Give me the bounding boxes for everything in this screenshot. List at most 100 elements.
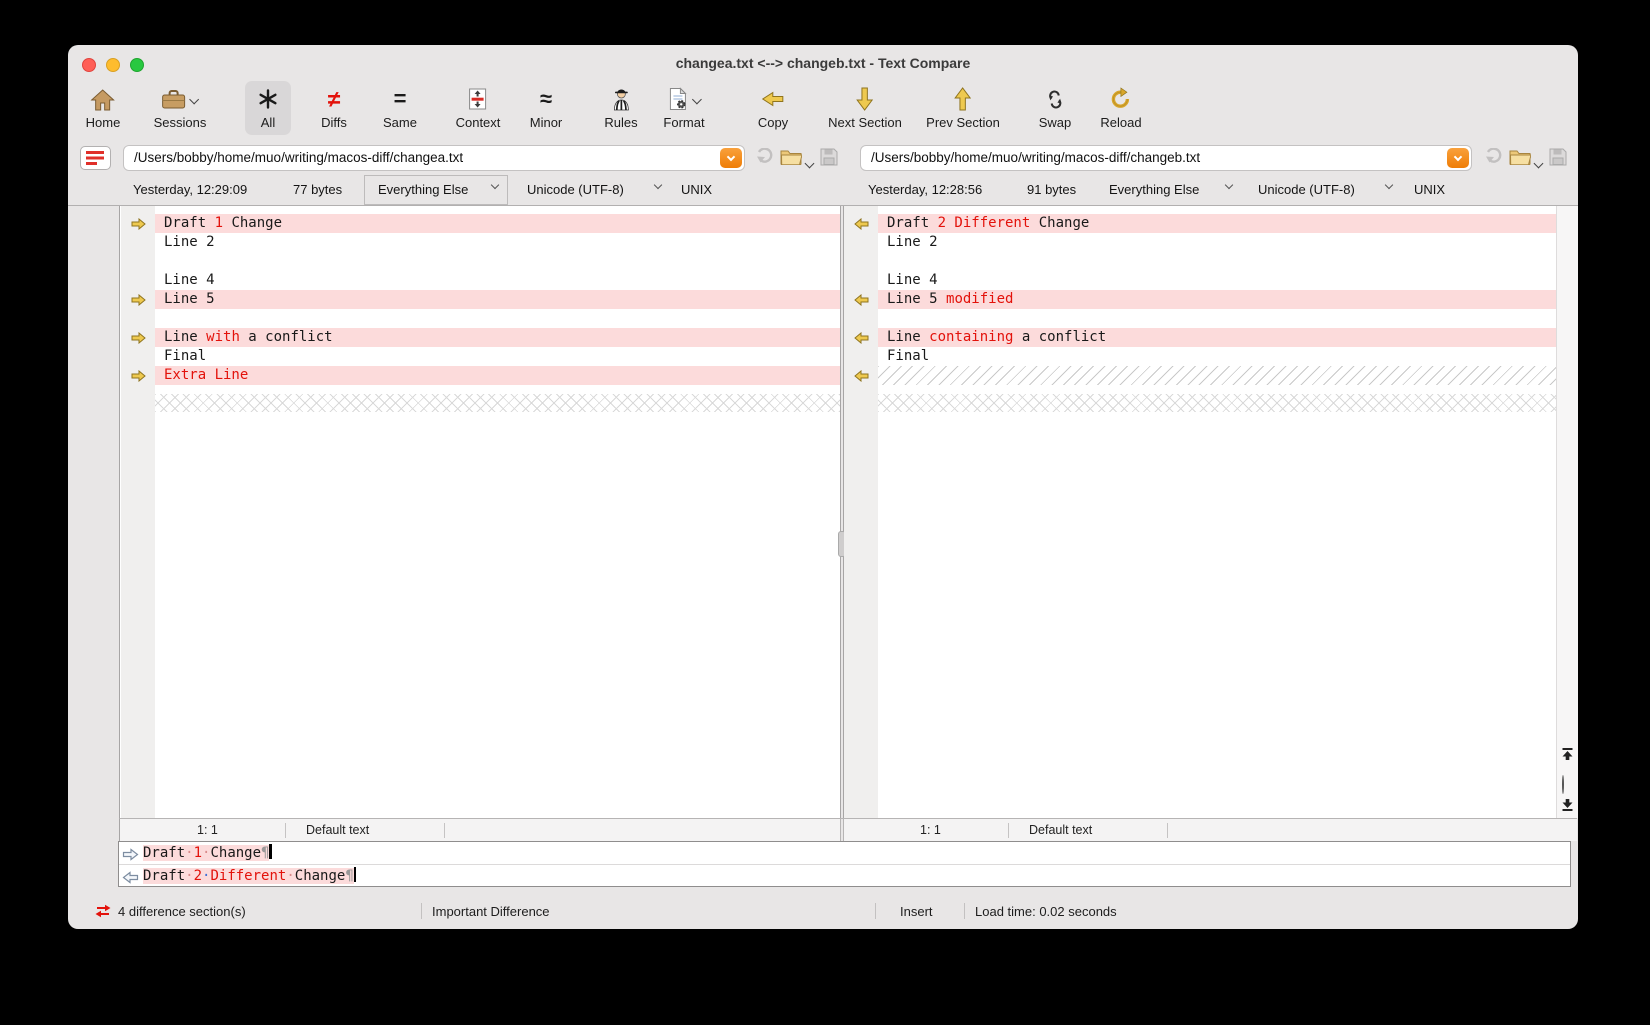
diff-line[interactable]: Line with a conflict [155,328,840,347]
right-save-button[interactable] [1549,148,1567,171]
diff-line[interactable]: Line 4 [155,271,840,290]
right-editor[interactable]: Draft 2 Different Change Line 2 Line 4 Line… [878,206,1556,818]
toolbar-item-home[interactable]: Home [86,85,120,130]
left-syntax-label: Default text [306,823,370,837]
scroll-to-last-difference-icon[interactable] [1562,798,1573,816]
diff-line[interactable]: Final [878,347,1556,366]
section-arrow-icon [131,217,146,231]
section-arrow[interactable] [131,293,146,311]
toolbar-label: Prev Section [926,115,1000,130]
right-swap-sides-icon[interactable] [1485,147,1503,170]
right-line-endings: UNIX [1414,182,1446,197]
text-caret [353,867,357,882]
diff-line[interactable] [878,252,1556,271]
diff-content-area: Draft 1 Change Line 2 Line 4 Line 5 Line wit… [119,206,1578,818]
toolbar-item-next-section[interactable]: Next Section [828,85,902,130]
diff-line[interactable]: Line 2 [155,233,840,252]
diff-line[interactable]: Line containing a conflict [878,328,1556,347]
chevron-down-icon [653,180,663,190]
status-bar: 4 difference section(s) Important Differ… [68,887,1578,929]
diff-line[interactable]: Line 5 modified [878,290,1556,309]
section-arrow[interactable] [131,217,146,235]
not-equal-icon: ≠ [327,86,341,112]
right-file-modified: Yesterday, 12:28:56 [868,182,983,197]
left-path-text: /Users/bobby/home/muo/writing/macos-diff… [134,150,464,165]
load-time-label: Load time: 0.02 seconds [975,904,1117,919]
session-view-button[interactable] [80,146,111,170]
right-scrollbar[interactable] [1556,206,1578,818]
scroll-to-first-difference-icon[interactable] [1562,747,1573,765]
section-arrow[interactable] [854,217,869,235]
section-arrow[interactable] [854,293,869,311]
diff-line-missing[interactable] [878,366,1556,385]
section-arrow-icon [131,293,146,307]
right-browse-folder-button[interactable] [1509,148,1532,170]
approx-icon: ≈ [539,86,553,111]
toolbar-item-minor[interactable]: ≈ Minor [530,85,563,131]
toolbar-label: Reload [1100,115,1142,130]
text-compare-window: changea.txt <--> changeb.txt - Text Comp… [68,45,1578,929]
toolbar-label: Diffs [321,115,347,130]
section-arrow[interactable] [854,331,869,349]
asterisk-icon [259,89,277,109]
titlebar: changea.txt <--> changeb.txt - Text Comp… [68,45,1578,83]
scroll-thumb-icon[interactable] [1562,775,1564,794]
toolbar-label: Rules [604,115,638,130]
toolbar-item-diffs[interactable]: ≠ Diffs [321,85,347,131]
right-filter-dropdown[interactable]: Everything Else [1109,182,1199,197]
pane-status-divider [840,819,844,841]
toolbar-label: Next Section [828,115,902,130]
diff-line[interactable] [155,309,840,328]
toolbar-item-rules[interactable]: Rules [604,85,638,130]
section-arrow-icon [854,331,869,345]
right-path-text: /Users/bobby/home/muo/writing/macos-diff… [871,150,1201,165]
section-arrow[interactable] [131,369,146,387]
diff-line[interactable]: Extra Line [155,366,840,385]
diff-line[interactable]: Line 2 [878,233,1556,252]
left-save-button[interactable] [820,148,838,171]
diff-line[interactable]: Draft 2 Different Change [878,214,1556,233]
toolbar-item-reload[interactable]: Reload [1100,85,1142,130]
diff-line[interactable]: Line 4 [878,271,1556,290]
left-path-input[interactable]: /Users/bobby/home/muo/writing/macos-diff… [123,145,745,171]
toolbar-item-same[interactable]: = Same [383,85,417,131]
section-arrow-icon [131,331,146,345]
left-swap-sides-icon[interactable] [756,147,774,170]
toolbar-item-format[interactable]: Format [663,85,705,130]
left-section-gutter [121,206,155,818]
diff-line[interactable] [155,252,840,271]
toolbar-item-copy[interactable]: Copy [758,85,788,130]
diff-line[interactable]: Final [155,347,840,366]
section-arrow[interactable] [131,331,146,349]
text-compare-icon [85,151,104,165]
context-icon [469,88,487,110]
right-path-input[interactable]: /Users/bobby/home/muo/writing/macos-diff… [860,145,1472,171]
right-path-dropdown-button[interactable] [1447,148,1469,168]
left-filter-label: Everything Else [378,182,469,197]
toolbar-item-prev-section[interactable]: Prev Section [926,85,1000,130]
detail-line-text: Draft·1·Change¶ [143,842,272,864]
toolbar-item-all[interactable]: All [245,81,291,135]
section-arrow[interactable] [854,369,869,387]
left-editor[interactable]: Draft 1 Change Line 2 Line 4 Line 5 Line wit… [155,206,840,818]
left-browse-folder-button[interactable] [780,148,803,170]
left-folder-chevron-icon[interactable] [804,154,815,172]
toolbar-item-context[interactable]: Context [456,85,500,130]
diff-line[interactable]: Line 5 [155,290,840,309]
detail-line-text: Draft·2·Different·Change¶ [143,865,357,887]
right-file-size: 91 bytes [1027,182,1077,197]
left-file-size: 77 bytes [293,182,343,197]
line-details-pane: Draft·1·Change¶ Draft·2·Different·Change¶ [118,841,1571,887]
right-encoding-dropdown[interactable]: Unicode (UTF-8) [1258,182,1355,197]
right-folder-chevron-icon[interactable] [1533,154,1544,172]
toolbar-item-sessions[interactable]: Sessions [154,85,206,130]
difference-importance: Important Difference [432,904,550,919]
section-arrow-icon [854,369,869,383]
toolbar-label: All [260,115,276,130]
left-encoding-dropdown[interactable]: Unicode (UTF-8) [527,182,624,197]
toolbar-item-swap[interactable]: Swap [1039,85,1071,130]
swap-icon [1048,90,1062,108]
diff-line[interactable]: Draft 1 Change [155,214,840,233]
left-path-dropdown-button[interactable] [720,148,742,168]
diff-line[interactable] [878,309,1556,328]
